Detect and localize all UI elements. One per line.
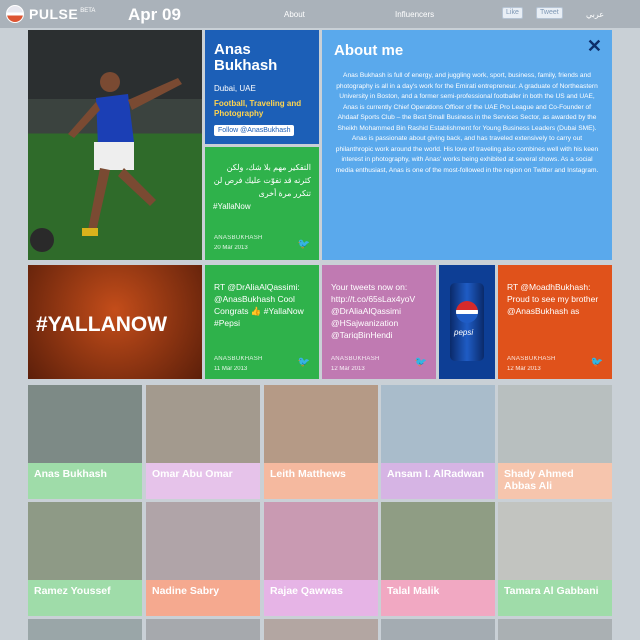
influencer-name: Tamara Al Gabbani	[498, 580, 612, 616]
promo-hashtag: #YALLANOW	[36, 313, 168, 336]
top-bar: PULSE BETA Apr 09 About Influencers Like…	[0, 0, 640, 28]
tweet-handle: ANASBUKHASH	[214, 235, 263, 241]
influencer-card[interactable]: Nadine Sabry	[146, 502, 260, 616]
pepsi-can-image: pepsi	[439, 265, 495, 379]
tweet-card[interactable]: Your tweets now on: http://t.co/65sLax4y…	[322, 265, 436, 379]
nav-influencers[interactable]: Influencers	[395, 10, 434, 19]
influencer-name: Rajae Qawwas	[264, 580, 378, 616]
tweet-text: RT @MoadhBukhash: Proud to see my brothe…	[507, 282, 599, 316]
like-label: Like	[506, 9, 519, 16]
twitter-bird-icon: 🐦	[590, 357, 603, 368]
tweet-date: 12 Mar 2013	[507, 366, 541, 372]
tweet-date: 20 Mar 2013	[214, 245, 248, 251]
tweet-date: 12 Mar 2013	[331, 366, 365, 372]
influencer-photo	[381, 385, 495, 463]
influencer-name: Ramez Youssef	[28, 580, 142, 616]
profile-interests: Football, Traveling and Photography	[214, 99, 302, 118]
tweet-text: التفكير مهم بلا شك، ولكن كثرته قد تفوّت …	[213, 163, 311, 198]
pepsi-can: pepsi	[450, 283, 484, 361]
influencer-photo	[28, 502, 142, 580]
facebook-like-button[interactable]: Like	[502, 7, 523, 19]
twitter-bird-icon: 🐦	[297, 239, 310, 250]
date-label: Apr 09	[128, 5, 181, 24]
influencer-card[interactable]: Ramez Youssef	[28, 502, 142, 616]
follow-twitter-button[interactable]: Follow @AnasBukhash	[214, 125, 295, 136]
influencer-name: Ansam I. AlRadwan	[381, 463, 495, 499]
influencer-card[interactable]: Anas Bukhash	[28, 385, 142, 499]
influencer-photo	[498, 502, 612, 580]
influencer-card[interactable]	[264, 619, 378, 640]
influencer-photo	[381, 502, 495, 580]
influencer-photo	[264, 502, 378, 580]
pepsi-can-label: pepsi	[454, 328, 474, 337]
twitter-bird-icon: 🐦	[297, 357, 310, 368]
footballer-illustration	[30, 72, 182, 252]
influencer-photo	[498, 385, 612, 463]
tweet-button[interactable]: Tweet	[536, 7, 563, 19]
influencer-photo	[28, 385, 142, 463]
influencer-card[interactable]: Rajae Qawwas	[264, 502, 378, 616]
influencer-card[interactable]: Omar Abu Omar	[146, 385, 260, 499]
influencer-photo	[146, 385, 260, 463]
influencer-card[interactable]: Talal Malik	[381, 502, 495, 616]
close-icon[interactable]: ✕	[587, 36, 602, 57]
follow-label: Follow @AnasBukhash	[218, 127, 291, 134]
main-profile-photo	[28, 30, 202, 260]
influencer-name: Leith Matthews	[264, 463, 378, 499]
influencer-card[interactable]: Ansam I. AlRadwan	[381, 385, 495, 499]
profile-card: Anas Bukhash Dubai, UAE Football, Travel…	[205, 30, 319, 144]
tweet-hashtag: #YallaNow	[213, 202, 251, 211]
influencer-card[interactable]	[381, 619, 495, 640]
influencer-card[interactable]	[146, 619, 260, 640]
twitter-bird-icon: 🐦	[414, 357, 427, 368]
influencer-name: Anas Bukhash	[28, 463, 142, 499]
about-text: Anas Bukhash is full of energy, and jugg…	[335, 72, 599, 174]
influencer-card[interactable]	[498, 619, 612, 640]
about-title: About me	[334, 42, 404, 59]
pepsi-globe-icon	[6, 5, 24, 23]
influencer-photo	[264, 385, 378, 463]
pulse-logo[interactable]: PULSE BETA	[6, 5, 95, 23]
influencer-photo	[146, 502, 260, 580]
tweet-date: 11 Mar 2013	[214, 366, 248, 372]
tweet-text: RT @DrAliaAlQassimi: @AnasBukhash Cool C…	[214, 282, 304, 328]
tweet-label: Tweet	[540, 9, 559, 16]
influencer-name: Shady Ahmed Abbas Ali	[498, 463, 612, 499]
brand-name: PULSE	[29, 6, 79, 22]
influencer-name: Talal Malik	[381, 580, 495, 616]
tweet-card[interactable]: RT @MoadhBukhash: Proud to see my brothe…	[498, 265, 612, 379]
yallanow-promo-image[interactable]: #YALLANOW	[28, 265, 202, 379]
influencer-name: Nadine Sabry	[146, 580, 260, 616]
nav-about[interactable]: About	[284, 10, 305, 19]
tweet-card[interactable]: التفكير مهم بلا شك، ولكن كثرته قد تفوّت …	[205, 147, 319, 260]
profile-location: Dubai, UAE	[214, 84, 256, 93]
influencer-card[interactable]: Leith Matthews	[264, 385, 378, 499]
language-toggle[interactable]: عربي	[586, 10, 604, 19]
influencer-card[interactable]: Tamara Al Gabbani	[498, 502, 612, 616]
pepsi-logo-icon	[456, 301, 478, 323]
brand-beta: BETA	[80, 8, 96, 14]
influencer-card[interactable]	[28, 619, 142, 640]
influencer-card[interactable]: Shady Ahmed Abbas Ali	[498, 385, 612, 499]
profile-name: Anas Bukhash	[214, 41, 278, 74]
tweet-text: Your tweets now on: http://t.co/65sLax4y…	[331, 282, 416, 340]
influencer-name: Omar Abu Omar	[146, 463, 260, 499]
tweet-card[interactable]: RT @DrAliaAlQassimi: @AnasBukhash Cool C…	[205, 265, 319, 379]
about-panel: About me ✕ Anas Bukhash is full of energ…	[322, 30, 612, 260]
